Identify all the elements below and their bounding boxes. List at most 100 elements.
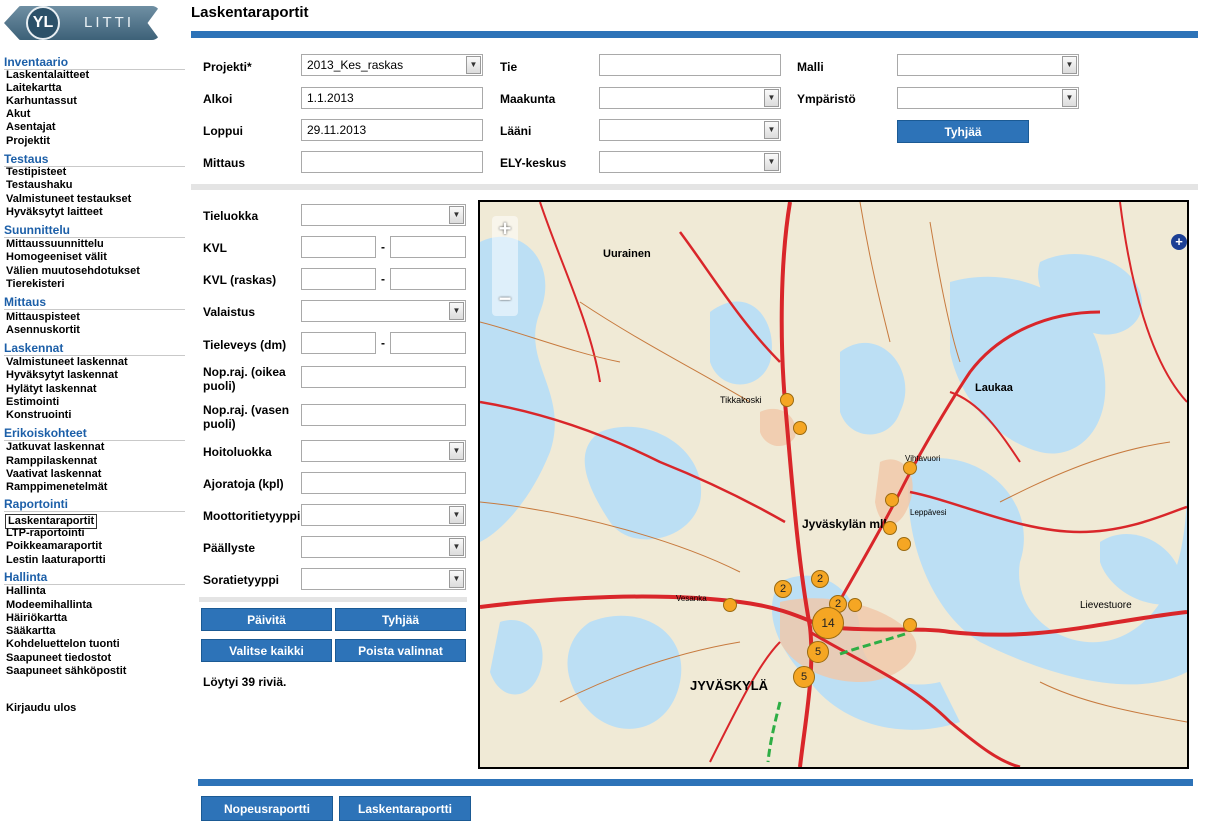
nav-item[interactable]: Modeemihallinta [6, 599, 92, 612]
nav-item[interactable]: Laitekartta [6, 82, 62, 95]
nav-item[interactable]: Testipisteet [6, 166, 66, 179]
nav-item[interactable]: Hallinta [6, 585, 46, 598]
alkoi-input[interactable]: 1.1.2013 [301, 87, 483, 109]
poista-valinnat-button[interactable]: Poista valinnat [335, 639, 466, 662]
map-marker[interactable] [723, 598, 737, 612]
valaistus-select[interactable]: ▼ [301, 300, 466, 322]
nav-section-erikoiskohteet: Erikoiskohteet [4, 426, 185, 441]
map-cluster-marker[interactable]: 5 [793, 666, 815, 688]
nav-item[interactable]: Tierekisteri [6, 278, 65, 291]
tieleveys-min-input[interactable] [301, 332, 376, 354]
ymparisto-select[interactable]: ▼ [897, 87, 1079, 109]
laani-select[interactable]: ▼ [599, 119, 781, 141]
nav-item[interactable]: Välien muutosehdotukset [6, 265, 140, 278]
nav-item[interactable]: Ramppimenetelmät [6, 481, 107, 494]
map-marker[interactable] [883, 521, 897, 535]
nav-item[interactable]: Mittaussuunnittelu [6, 238, 104, 251]
nav-item[interactable]: Valmistuneet testaukset [6, 193, 131, 206]
laskentaraportti-button[interactable]: Laskentaraportti [339, 796, 471, 821]
nav-item[interactable]: Asentajat [6, 121, 56, 134]
tieluokka-select[interactable]: ▼ [301, 204, 466, 226]
hoitoluokka-label: Hoitoluokka [203, 445, 272, 459]
nav-section-suunnittelu: Suunnittelu [4, 223, 185, 238]
nav-item[interactable]: Ramppilaskennat [6, 455, 97, 468]
nav-item[interactable]: Akut [6, 108, 30, 121]
nav-item[interactable]: Testaushaku [6, 179, 72, 192]
nav-item[interactable]: Valmistuneet laskennat [6, 356, 128, 369]
hoitoluokka-select[interactable]: ▼ [301, 440, 466, 462]
kvl-raskas-max-input[interactable] [390, 268, 466, 290]
projekti-select[interactable]: 2013_Kes_raskas ▼ [301, 54, 483, 76]
moottoritietyyppi-select[interactable]: ▼ [301, 504, 466, 526]
mittaus-input[interactable] [301, 151, 483, 173]
valitse-kaikki-button[interactable]: Valitse kaikki [201, 639, 332, 662]
kvl-raskas-range-separator: - [381, 272, 385, 286]
nav-item[interactable]: Sääkartta [6, 625, 56, 638]
kvl-min-input[interactable] [301, 236, 376, 258]
nav-item[interactable]: Häiriökartta [6, 612, 67, 625]
ajoratoja-input[interactable] [301, 472, 466, 494]
zoom-out-icon[interactable]: − [492, 286, 518, 312]
nopraj-vasen-input[interactable] [301, 404, 466, 426]
loppui-label: Loppui [203, 124, 243, 138]
map-marker[interactable] [793, 421, 807, 435]
kvl-raskas-min-input[interactable] [301, 268, 376, 290]
nav-item[interactable]: Vaativat laskennat [6, 468, 101, 481]
soratietyyppi-select[interactable]: ▼ [301, 568, 466, 590]
nav-section-testaus: Testaus [4, 152, 185, 167]
zoom-in-icon[interactable]: + [492, 216, 518, 242]
maakunta-select[interactable]: ▼ [599, 87, 781, 109]
tieleveys-max-input[interactable] [390, 332, 466, 354]
title-divider [191, 31, 1198, 38]
map-cluster-marker[interactable]: 5 [807, 641, 829, 663]
yl-litti-logo[interactable]: YL LITTI [4, 6, 160, 40]
map-marker[interactable] [885, 493, 899, 507]
nav-item[interactable]: Lestin laaturaportti [6, 554, 106, 567]
nav-item[interactable]: Homogeeniset välit [6, 251, 107, 264]
kvl-max-input[interactable] [390, 236, 466, 258]
map-cluster-marker[interactable]: 2 [811, 570, 829, 588]
zoom-control: + − [492, 216, 518, 316]
map-marker[interactable] [903, 618, 917, 632]
tyhjaa-button[interactable]: Tyhjää [335, 608, 466, 631]
nav-item[interactable]: Poikkeamaraportit [6, 540, 102, 553]
map-view[interactable]: Uurainen Laukaa Tikkakoski Jyväskylän ml… [478, 200, 1189, 769]
nav-item[interactable]: LTP-raportointi [6, 527, 85, 540]
layer-switcher-icon[interactable]: + [1171, 234, 1187, 250]
loppui-input[interactable]: 29.11.2013 [301, 119, 483, 141]
map-canvas [480, 202, 1187, 767]
paivita-button[interactable]: Päivitä [201, 608, 332, 631]
tie-input[interactable] [599, 54, 781, 76]
paallyste-select[interactable]: ▼ [301, 536, 466, 558]
nopeusraportti-button[interactable]: Nopeusraportti [201, 796, 333, 821]
nav-item[interactable]: Mittauspisteet [6, 311, 80, 324]
nopraj-oikea-input[interactable] [301, 366, 466, 388]
nav-item[interactable]: Estimointi [6, 396, 59, 409]
nav-item[interactable]: Karhuntassut [6, 95, 77, 108]
alkoi-label: Alkoi [203, 92, 233, 106]
map-cluster-marker[interactable]: 2 [774, 580, 792, 598]
chevron-down-icon: ▼ [1062, 89, 1077, 107]
nav-item[interactable]: Asennuskortit [6, 324, 80, 337]
nav-item[interactable]: Hyväksytyt laitteet [6, 206, 103, 219]
nav-item[interactable]: Hyväksytyt laskennat [6, 369, 118, 382]
map-marker[interactable] [848, 598, 862, 612]
nav-item[interactable]: Jatkuvat laskennat [6, 441, 104, 454]
map-cluster-marker[interactable]: 14 [812, 607, 844, 639]
nav-item[interactable]: Hylätyt laskennat [6, 383, 96, 396]
ely-select[interactable]: ▼ [599, 151, 781, 173]
logout-link[interactable]: Kirjaudu ulos [6, 702, 76, 715]
nav-item[interactable]: Laskentalaitteet [6, 69, 89, 82]
malli-select[interactable]: ▼ [897, 54, 1079, 76]
map-marker[interactable] [780, 393, 794, 407]
nav-item[interactable]: Saapuneet sähköpostit [6, 665, 126, 678]
nav-item[interactable]: Saapuneet tiedostot [6, 652, 111, 665]
chevron-down-icon: ▼ [764, 89, 779, 107]
top-clear-button[interactable]: Tyhjää [897, 120, 1029, 143]
nav-item[interactable]: Projektit [6, 135, 50, 148]
map-marker[interactable] [903, 461, 917, 475]
map-marker[interactable] [897, 537, 911, 551]
nav-item[interactable]: Kohdeluettelon tuonti [6, 638, 120, 651]
chevron-down-icon: ▼ [449, 302, 464, 320]
nav-item[interactable]: Konstruointi [6, 409, 71, 422]
